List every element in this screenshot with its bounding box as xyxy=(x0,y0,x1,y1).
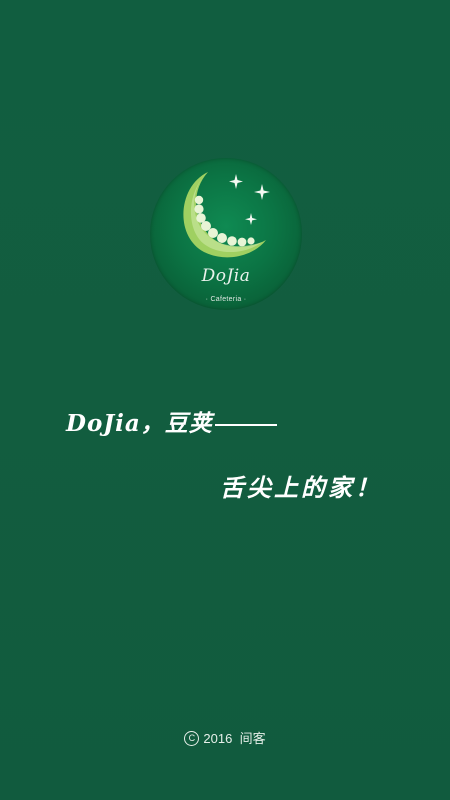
copyright-icon: C xyxy=(184,731,200,747)
dojia-logo: DoJia · Cafeteria · xyxy=(150,158,302,310)
splash-screen: DoJia · Cafeteria · DoJia，豆荚 舌尖上的家！ C 201… xyxy=(0,0,450,800)
logo-subtitle: · Cafeteria · xyxy=(205,296,247,303)
footer-year: 2016 xyxy=(203,731,233,746)
slogan-line-2: 舌尖上的家！ xyxy=(220,473,382,502)
logo-brand-text: DoJia xyxy=(201,266,251,286)
moon-peapod-icon xyxy=(183,172,270,258)
slogan-line-1-text: DoJia，豆荚 xyxy=(66,410,213,437)
slogan-dash xyxy=(214,424,277,426)
footer: C 2016 间客 xyxy=(0,728,450,747)
slogan-line-1: DoJia，豆荚 xyxy=(66,404,277,438)
footer-company: 间客 xyxy=(239,731,266,746)
